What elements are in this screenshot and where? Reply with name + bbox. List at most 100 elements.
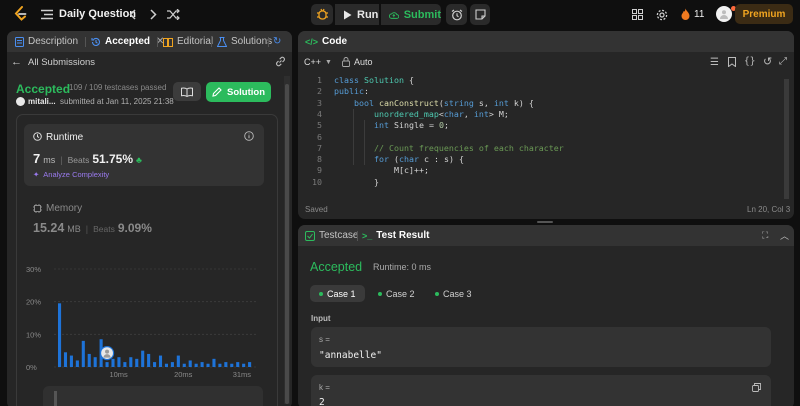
code-line[interactable]: 7 // Count frequencies of each character <box>298 143 564 154</box>
copy-icon[interactable] <box>752 383 761 392</box>
distribution-bar[interactable] <box>236 362 240 367</box>
distribution-bar[interactable] <box>188 360 192 367</box>
collapse-icon[interactable]: ︿ <box>780 229 789 242</box>
reset-icon[interactable]: ↺ <box>763 55 772 68</box>
braces-icon[interactable]: {} <box>744 56 755 67</box>
distribution-bar[interactable] <box>75 360 79 367</box>
code-editor[interactable]: 1 class Solution {2 public: 3 bool canConst… <box>298 75 780 200</box>
distribution-bar[interactable] <box>164 363 168 367</box>
problem-list-icon[interactable] <box>40 7 54 21</box>
code-line[interactable]: 10 } <box>298 177 379 188</box>
notes-book-button[interactable] <box>173 82 201 101</box>
streak-count[interactable]: 11 <box>694 0 704 28</box>
problem-list-title[interactable]: Daily Question <box>59 0 136 28</box>
distribution-bar[interactable] <box>123 362 127 367</box>
submit-button[interactable]: Submit <box>381 4 441 25</box>
distribution-bar[interactable] <box>111 358 115 367</box>
code-panel: </> Code C++ ▼ Auto ☰ {} ↺ ⤢ 1 class Solu… <box>298 31 794 219</box>
link-icon[interactable] <box>275 56 286 67</box>
distribution-bar[interactable] <box>170 362 174 367</box>
distribution-bar[interactable] <box>176 355 180 367</box>
input-var-s[interactable]: s = "annabelle" <box>311 327 771 367</box>
memory-value-row[interactable]: 15.24 MB | Beats 9.09% <box>33 221 152 235</box>
memory-unit: MB <box>67 224 81 234</box>
distribution-bar[interactable] <box>212 358 216 367</box>
premium-button[interactable]: Premium <box>735 4 793 24</box>
distribution-bar[interactable] <box>218 363 222 367</box>
distribution-bar[interactable] <box>105 362 109 367</box>
code-line[interactable]: 9 M[c]++; <box>298 165 429 176</box>
user-avatar[interactable] <box>16 97 25 106</box>
distribution-bar[interactable] <box>63 352 68 367</box>
distribution-bar[interactable] <box>224 362 228 367</box>
distribution-bar[interactable] <box>158 355 163 367</box>
streak-fire-icon[interactable] <box>680 7 691 21</box>
tab-description[interactable]: Description <box>15 31 78 52</box>
code-line[interactable]: 1 class Solution { <box>298 75 414 86</box>
distribution-bar[interactable] <box>87 353 91 367</box>
distribution-bar[interactable] <box>242 363 246 367</box>
code-line[interactable]: 4 unordered_map<char, int> M; <box>298 109 509 120</box>
distribution-bar[interactable] <box>93 357 97 367</box>
tab-test-result[interactable]: >_ Test Result <box>362 225 429 246</box>
distribution-bar[interactable] <box>58 303 62 367</box>
distribution-bar[interactable] <box>230 363 234 367</box>
distribution-bar[interactable] <box>69 355 73 367</box>
code-line[interactable]: 5 int Single = 0; <box>298 120 449 131</box>
settings-gear-icon[interactable] <box>655 8 668 21</box>
panel-resize-handle[interactable] <box>537 221 553 223</box>
memory-chip-icon <box>33 204 42 213</box>
input-var-k[interactable]: k = 2 <box>311 375 771 406</box>
avatar[interactable] <box>716 6 732 22</box>
tab-editorial[interactable]: Editorial <box>163 31 213 52</box>
analyze-complexity-button[interactable]: ✦ Analyze Complexity <box>33 170 109 179</box>
distribution-bar[interactable] <box>206 363 210 367</box>
info-icon[interactable] <box>244 131 254 141</box>
memory-title[interactable]: Memory <box>46 203 82 214</box>
distribution-bar[interactable] <box>117 357 121 367</box>
distribution-bar[interactable] <box>141 350 145 367</box>
distribution-bar[interactable] <box>129 357 133 367</box>
left-scrollbar-thumb[interactable] <box>285 84 289 404</box>
shuffle-icon[interactable] <box>166 7 180 21</box>
run-button[interactable]: Run <box>335 4 379 25</box>
case-3-button[interactable]: Case 3 <box>426 285 481 302</box>
maximize-icon[interactable]: ⛶ <box>762 230 768 241</box>
auto-label[interactable]: Auto <box>354 57 373 67</box>
tab-testcase[interactable]: Testcase <box>305 225 358 246</box>
expand-icon[interactable]: ⤢ <box>779 56 787 67</box>
code-scrollbar[interactable] <box>784 79 789 199</box>
leetcode-logo-icon[interactable] <box>12 6 28 22</box>
next-problem-icon[interactable] <box>147 7 159 21</box>
solution-button[interactable]: Solution <box>206 82 271 102</box>
layout-grid-icon[interactable] <box>631 8 644 21</box>
tab-accepted[interactable]: Accepted ✕ <box>91 31 164 52</box>
code-line[interactable]: 6 <box>298 132 322 143</box>
prev-problem-icon[interactable] <box>126 7 138 21</box>
runtime-distribution-chart[interactable]: 30% 20% 10% 0% 10ms 20ms 31ms <box>24 261 264 379</box>
code-line[interactable]: 3 bool canConstruct(string s, int k) { <box>298 98 534 109</box>
case-1-button[interactable]: Case 1 <box>310 285 365 302</box>
bookmark-icon[interactable] <box>728 57 737 67</box>
distribution-bar[interactable] <box>147 353 151 367</box>
code-preview-card[interactable] <box>43 386 263 406</box>
distribution-bar[interactable] <box>248 362 252 367</box>
code-line[interactable]: 8 for (char c : s) { <box>298 154 464 165</box>
distribution-bar[interactable] <box>182 363 186 367</box>
language-select[interactable]: C++ ▼ <box>304 57 332 67</box>
back-to-submissions[interactable]: ← All Submissions <box>11 55 95 69</box>
distribution-bar[interactable] <box>200 362 204 367</box>
code-line[interactable]: 2 public: <box>298 86 369 97</box>
x-tick-label: 31ms <box>233 370 252 379</box>
user-name[interactable]: mitali... <box>28 97 56 106</box>
format-icon[interactable]: ☰ <box>710 57 719 68</box>
distribution-bar[interactable] <box>194 363 198 367</box>
tab-more[interactable]: ↻ <box>273 31 281 52</box>
distribution-bar[interactable] <box>135 358 139 367</box>
distribution-bar[interactable] <box>153 362 157 367</box>
case-2-button[interactable]: Case 2 <box>369 285 424 302</box>
debug-icon[interactable] <box>314 7 330 22</box>
var-k-name: k = <box>319 383 330 392</box>
tab-solutions[interactable]: Solutions <box>217 31 272 52</box>
distribution-bar[interactable] <box>81 340 85 367</box>
